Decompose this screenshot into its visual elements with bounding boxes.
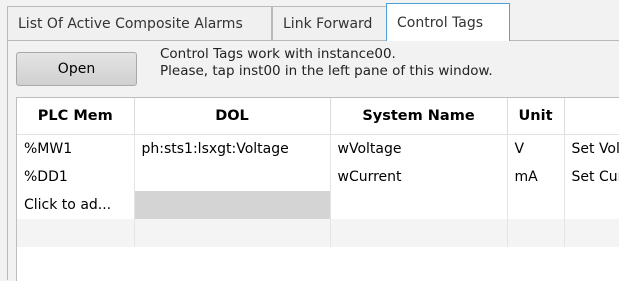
cell-plc-mem-placeholder[interactable]: Click to ad...: [17, 191, 135, 219]
cell-extra[interactable]: Set Current: [564, 163, 619, 191]
cell-plc-mem[interactable]: %DD1: [17, 163, 135, 191]
table-row[interactable]: %DD1 wCurrent mA Set Current: [17, 163, 619, 191]
tab-label: Control Tags: [397, 14, 484, 31]
cell-extra[interactable]: Set Voltage: [564, 134, 619, 163]
cell-extra: [564, 219, 619, 247]
tab-bar: List Of Active Composite Alarms Link For…: [0, 0, 619, 41]
tab-link-forward[interactable]: Link Forward: [272, 6, 387, 40]
table-row-empty: [17, 219, 619, 247]
info-line-2: Please, tap inst00 in the left pane of t…: [160, 63, 493, 79]
cell-plc-mem[interactable]: %MW1: [17, 134, 135, 163]
info-text: Control Tags work with instance00. Pleas…: [160, 46, 493, 80]
control-tags-grid[interactable]: PLC Mem DOL System Name Unit %MW1 ph:sts…: [16, 97, 619, 281]
control-tags-table: PLC Mem DOL System Name Unit %MW1 ph:sts…: [17, 98, 619, 247]
new-row[interactable]: Click to ad...: [17, 191, 619, 219]
cell-dol[interactable]: [134, 191, 331, 219]
cell-plc-mem: [17, 219, 135, 247]
table-row[interactable]: %MW1 ph:sts1:lsxgt:Voltage wVoltage V Se…: [17, 134, 619, 163]
cell-unit[interactable]: V: [507, 134, 565, 163]
cell-dol: [134, 219, 331, 247]
tab-active-composite-alarms[interactable]: List Of Active Composite Alarms: [7, 6, 272, 40]
open-button[interactable]: Open: [16, 52, 137, 86]
cell-unit[interactable]: mA: [507, 163, 565, 191]
cell-unit: [507, 219, 565, 247]
cell-unit[interactable]: [507, 191, 565, 219]
cell-system-name[interactable]: wCurrent: [330, 163, 508, 191]
tab-label: Link Forward: [283, 15, 373, 32]
column-header-extra[interactable]: [564, 98, 619, 135]
cell-dol[interactable]: [134, 163, 331, 191]
column-header-plc-mem[interactable]: PLC Mem: [17, 98, 135, 135]
cell-extra[interactable]: [564, 191, 619, 219]
column-header-system-name[interactable]: System Name: [330, 98, 508, 135]
cell-dol[interactable]: ph:sts1:lsxgt:Voltage: [134, 134, 331, 163]
tab-control-tags[interactable]: Control Tags: [386, 3, 510, 41]
tab-label: List Of Active Composite Alarms: [18, 15, 243, 32]
header-row: PLC Mem DOL System Name Unit: [17, 98, 619, 135]
cell-system-name: [330, 219, 508, 247]
column-header-unit[interactable]: Unit: [507, 98, 565, 135]
column-header-dol[interactable]: DOL: [134, 98, 331, 135]
cell-system-name[interactable]: [330, 191, 508, 219]
info-line-1: Control Tags work with instance00.: [160, 46, 396, 62]
cell-system-name[interactable]: wVoltage: [330, 134, 508, 163]
